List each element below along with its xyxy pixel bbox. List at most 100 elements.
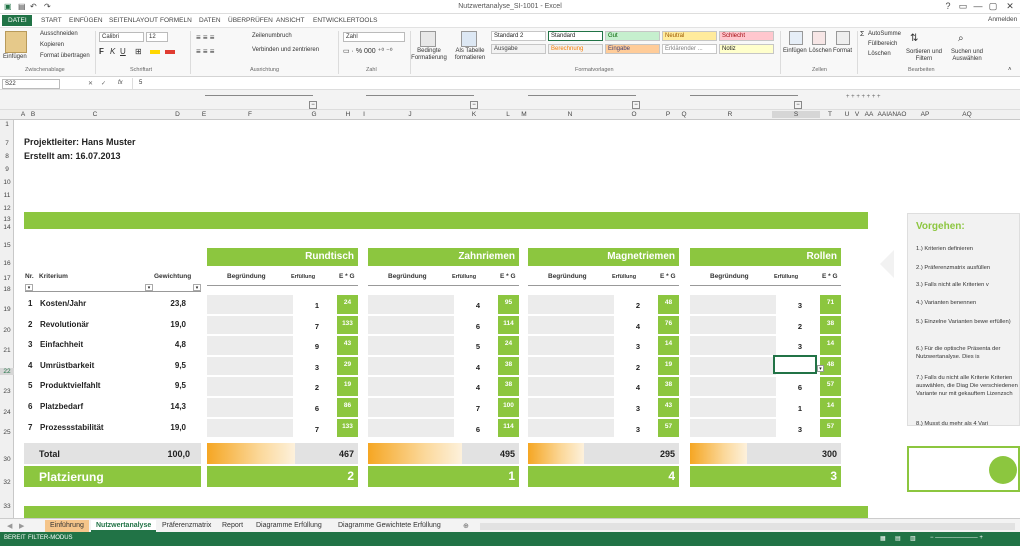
column-header-j[interactable]: J [370, 111, 450, 118]
begruendung-cell[interactable] [207, 315, 293, 335]
begruendung-cell[interactable] [528, 315, 614, 335]
minimize-icon[interactable]: — [970, 1, 986, 13]
fulfilment-value[interactable]: 3 [778, 301, 802, 310]
begruendung-cell[interactable] [528, 398, 614, 417]
fulfilment-value[interactable]: 6 [456, 322, 480, 331]
column-header-m[interactable]: M [518, 111, 530, 118]
format-as-table-button[interactable]: Als Tabelle formatieren [451, 48, 489, 62]
row-header[interactable]: 20 [0, 327, 14, 334]
tab-file[interactable]: DATEI [2, 15, 32, 26]
column-header-h[interactable]: H [338, 111, 358, 118]
outline-level-buttons[interactable]: + + + + + + + [846, 94, 886, 102]
help-icon[interactable]: ? [940, 1, 956, 13]
row-header[interactable]: 13 [0, 216, 14, 223]
row-header[interactable]: 30 [0, 456, 14, 463]
autosum-icon[interactable]: Σ [860, 31, 864, 38]
row-header[interactable]: 24 [0, 409, 14, 416]
bold-icon[interactable]: F [99, 47, 104, 56]
column-header-f[interactable]: F [210, 111, 290, 118]
begruendung-cell[interactable] [690, 315, 776, 335]
begruendung-cell[interactable] [528, 295, 614, 314]
cancel-icon[interactable]: ✕ [88, 80, 93, 87]
column-header-a[interactable]: A [18, 111, 28, 118]
conditional-format-button[interactable]: Bedingte Formatierung [410, 48, 448, 62]
collapse-group-button[interactable]: − [794, 101, 802, 109]
row-header[interactable]: 1 [0, 121, 14, 128]
view-normal-icon[interactable]: ▦ [880, 535, 886, 542]
fulfilment-value[interactable]: 7 [456, 404, 480, 413]
view-layout-icon[interactable]: ▤ [895, 535, 901, 542]
row-header[interactable]: 18 [0, 286, 14, 293]
copy-button[interactable]: Kopieren [40, 42, 64, 48]
collapse-group-button[interactable]: − [470, 101, 478, 109]
insert-function-icon[interactable]: fx [118, 80, 123, 86]
tab-review[interactable]: ÜBERPRÜFEN [223, 15, 278, 26]
begruendung-cell[interactable] [368, 418, 454, 438]
begruendung-cell[interactable] [368, 295, 454, 314]
merge-center-button[interactable]: Verbinden und zentrieren [252, 47, 319, 53]
begruendung-cell[interactable] [690, 295, 776, 314]
fulfilment-value[interactable]: 6 [778, 383, 802, 392]
format-cells-button[interactable]: Format [833, 48, 852, 54]
row-header[interactable]: 9 [0, 166, 14, 173]
sheet-tab-report[interactable]: Report [217, 520, 248, 532]
begruendung-cell[interactable] [690, 377, 776, 396]
save-icon[interactable]: ▤ [18, 2, 28, 12]
sheet-tab-einfuehrung[interactable]: Einführung [45, 520, 89, 532]
action-box[interactable] [907, 446, 1020, 492]
collapse-group-button[interactable]: − [632, 101, 640, 109]
align-left-icon[interactable]: ≡ ≡ ≡ [196, 47, 214, 56]
begruendung-cell[interactable] [207, 418, 293, 438]
cell-style-swatch[interactable]: Eingabe [605, 44, 660, 54]
italic-icon[interactable]: K [110, 47, 115, 56]
begruendung-cell[interactable] [528, 356, 614, 376]
font-size-select[interactable]: 12 [146, 32, 168, 42]
fulfilment-value[interactable]: 4 [456, 301, 480, 310]
cell-style-swatch[interactable]: Gut [605, 31, 660, 41]
begruendung-cell[interactable] [207, 295, 293, 314]
row-header[interactable]: 7 [0, 140, 14, 147]
sort-filter-button[interactable]: Sortieren und Filtern [905, 49, 943, 63]
fulfilment-value[interactable]: 2 [616, 363, 640, 372]
close-icon[interactable]: ✕ [1002, 1, 1018, 13]
column-header-p[interactable]: P [658, 111, 678, 118]
maximize-icon[interactable]: ▢ [985, 1, 1001, 13]
action-circle-icon[interactable] [989, 456, 1017, 484]
currency-icon[interactable]: ▭ · % 000 ⁺⁰ ⁻⁰ [343, 47, 393, 55]
format-cells-icon[interactable] [836, 31, 850, 45]
conditional-format-icon[interactable] [420, 31, 436, 47]
collapse-ribbon-icon[interactable]: ˄ [1008, 67, 1012, 73]
tab-data[interactable]: DATEN [194, 15, 226, 26]
fulfilment-value[interactable]: 4 [616, 383, 640, 392]
row-header[interactable]: 19 [0, 306, 14, 313]
column-header-b[interactable]: B [28, 111, 38, 118]
begruendung-cell[interactable] [528, 377, 614, 396]
filter-dropdown-icon[interactable]: ▾ [145, 284, 153, 291]
border-icon[interactable]: ⊞ [135, 47, 142, 56]
fulfilment-value[interactable]: 7 [295, 322, 319, 331]
column-header-c[interactable]: C [40, 111, 150, 118]
row-header[interactable]: 33 [0, 503, 14, 510]
tab-formulas[interactable]: FORMELN [155, 15, 197, 26]
begruendung-cell[interactable] [368, 356, 454, 376]
name-box[interactable]: S22 [2, 79, 60, 89]
sign-in-link[interactable]: Anmelden [988, 16, 1017, 23]
clear-button[interactable]: Löschen [868, 51, 891, 57]
delete-cells-button[interactable]: Löschen [809, 48, 832, 54]
cell-style-swatch[interactable]: Schlecht [719, 31, 774, 41]
begruendung-cell[interactable] [207, 398, 293, 417]
cell-style-swatch[interactable]: Standard 2 [491, 31, 546, 41]
row-header[interactable]: 14 [0, 224, 14, 231]
column-header-k[interactable]: K [450, 111, 498, 118]
wrap-text-button[interactable]: Zeilenumbruch [252, 33, 292, 39]
sort-filter-icon[interactable]: ⇅ [910, 33, 918, 44]
column-header-n[interactable]: N [530, 111, 610, 118]
fulfilment-value[interactable]: 6 [295, 404, 319, 413]
insert-cells-icon[interactable] [789, 31, 803, 45]
tab-insert[interactable]: EINFÜGEN [64, 15, 108, 26]
column-header-i[interactable]: I [358, 111, 370, 118]
zoom-slider[interactable]: − ────────── + [930, 535, 983, 541]
fulfilment-value[interactable]: 6 [456, 425, 480, 434]
font-name-select[interactable]: Calibri [99, 32, 144, 42]
confirm-icon[interactable]: ✓ [101, 80, 106, 87]
